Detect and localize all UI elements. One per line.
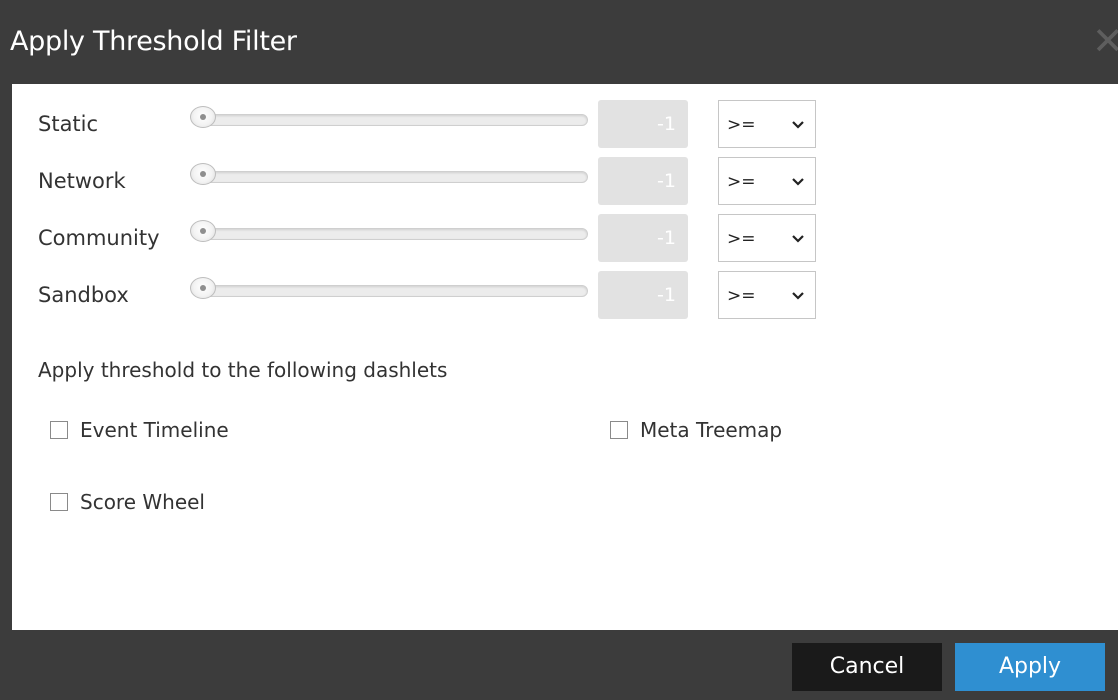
cancel-button[interactable]: Cancel (792, 643, 942, 691)
dialog-titlebar: Apply Threshold Filter ✕ (0, 0, 1118, 84)
chevron-down-icon (792, 121, 804, 129)
threshold-row-community: Community -1 >= (12, 214, 1118, 262)
dialog-title: Apply Threshold Filter (10, 26, 297, 57)
slider-track[interactable] (200, 114, 588, 126)
operator-select-value: >= (727, 229, 756, 249)
meta-treemap-checkbox[interactable] (610, 421, 628, 439)
slider-value-field: -1 (598, 157, 688, 205)
dashlets-heading: Apply threshold to the following dashlet… (38, 358, 448, 382)
slider-handle[interactable] (190, 220, 216, 242)
operator-select[interactable]: >= (718, 214, 816, 262)
slider-track[interactable] (200, 285, 588, 297)
slider-track[interactable] (200, 171, 588, 183)
slider-label: Community (38, 226, 160, 250)
chevron-down-icon (792, 235, 804, 243)
event-timeline-checkbox[interactable] (50, 421, 68, 439)
apply-threshold-filter-dialog: Apply Threshold Filter ✕ Static -1 >= Ne… (0, 0, 1118, 700)
operator-select-value: >= (727, 115, 756, 135)
score-wheel-checkbox[interactable] (50, 493, 68, 511)
checkbox-label: Meta Treemap (640, 418, 783, 442)
operator-select-value: >= (727, 286, 756, 306)
slider-value-field: -1 (598, 214, 688, 262)
slider-label: Static (38, 112, 99, 136)
checkbox-label: Score Wheel (80, 490, 205, 514)
chevron-down-icon (792, 178, 804, 186)
slider-handle[interactable] (190, 163, 216, 185)
dialog-body: Static -1 >= Network -1 >= Community -1 (12, 84, 1118, 630)
slider-track[interactable] (200, 228, 588, 240)
operator-select[interactable]: >= (718, 271, 816, 319)
threshold-row-network: Network -1 >= (12, 157, 1118, 205)
slider-value-field: -1 (598, 100, 688, 148)
checkbox-label: Event Timeline (80, 418, 229, 442)
operator-select-value: >= (727, 172, 756, 192)
slider-value-field: -1 (598, 271, 688, 319)
operator-select[interactable]: >= (718, 157, 816, 205)
chevron-down-icon (792, 292, 804, 300)
operator-select[interactable]: >= (718, 100, 816, 148)
close-icon[interactable]: ✕ (1092, 22, 1118, 62)
slider-handle[interactable] (190, 106, 216, 128)
slider-label: Sandbox (38, 283, 129, 307)
apply-button[interactable]: Apply (955, 643, 1105, 691)
slider-label: Network (38, 169, 126, 193)
threshold-row-static: Static -1 >= (12, 100, 1118, 148)
threshold-row-sandbox: Sandbox -1 >= (12, 271, 1118, 319)
slider-handle[interactable] (190, 277, 216, 299)
dialog-footer: Cancel Apply (0, 630, 1118, 700)
